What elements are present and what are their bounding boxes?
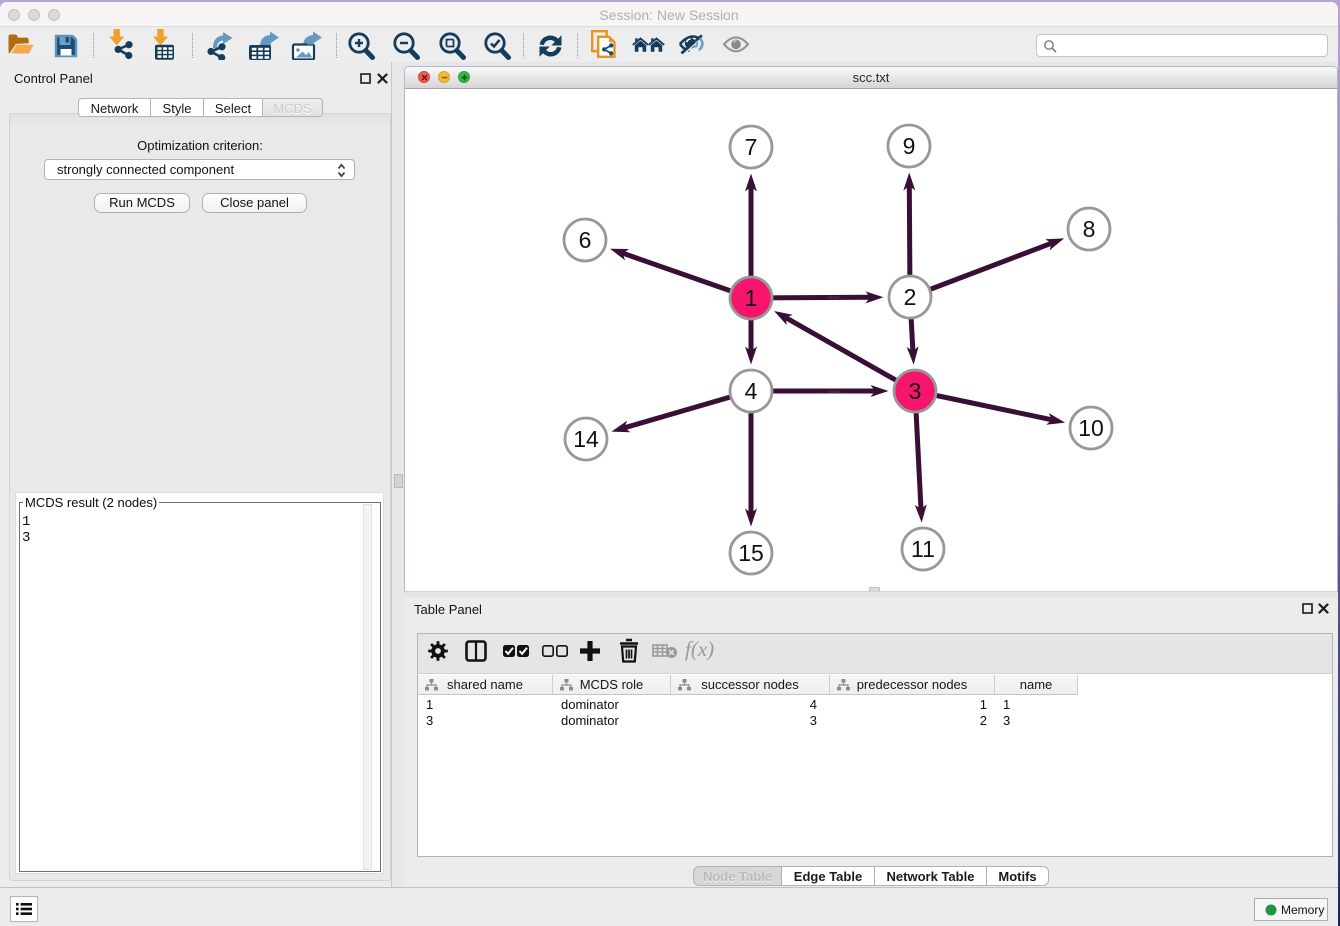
svg-text:9: 9	[903, 133, 916, 159]
svg-text:1: 1	[745, 285, 758, 311]
svg-text:7: 7	[745, 134, 758, 160]
svg-text:10: 10	[1078, 415, 1104, 441]
svg-text:2: 2	[904, 284, 917, 310]
svg-text:15: 15	[738, 540, 764, 566]
svg-text:4: 4	[745, 378, 758, 404]
svg-text:11: 11	[911, 536, 935, 562]
svg-text:8: 8	[1083, 216, 1096, 242]
svg-text:3: 3	[909, 378, 922, 404]
svg-text:6: 6	[579, 227, 592, 253]
svg-text:14: 14	[573, 426, 599, 452]
